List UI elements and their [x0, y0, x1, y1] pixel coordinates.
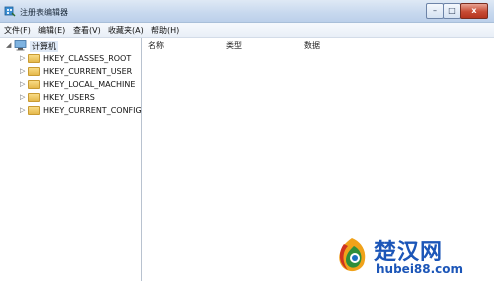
folder-icon: [28, 80, 40, 89]
expand-arrow-icon[interactable]: ▷: [20, 106, 26, 114]
expand-arrow-icon[interactable]: ▷: [20, 67, 26, 75]
folder-icon: [28, 54, 40, 63]
expand-arrow-icon[interactable]: ▷: [20, 80, 26, 88]
title-bar: 注册表编辑器 – □ x: [0, 0, 494, 23]
folder-icon: [28, 106, 40, 115]
registry-tree[interactable]: ◢ 计算机 ▷ HKEY_CLASSES_ROOT ▷ HKEY_CURRENT…: [0, 38, 142, 281]
tree-item-users[interactable]: ▷ HKEY_USERS: [0, 92, 141, 104]
tree-item-label: HKEY_CLASSES_ROOT: [43, 54, 132, 63]
menu-view[interactable]: 查看(V): [73, 25, 101, 36]
expand-arrow-icon[interactable]: ▷: [20, 93, 26, 101]
column-header-name[interactable]: 名称: [148, 40, 164, 51]
tree-root-computer[interactable]: ◢ 计算机: [0, 40, 141, 52]
maximize-button[interactable]: □: [443, 3, 461, 19]
expand-arrow-icon[interactable]: ▷: [20, 54, 26, 62]
tree-item-label: HKEY_USERS: [43, 93, 95, 102]
folder-icon: [28, 93, 40, 102]
menu-favorites[interactable]: 收藏夹(A): [108, 25, 144, 36]
tree-item-classes-root[interactable]: ▷ HKEY_CLASSES_ROOT: [0, 53, 141, 65]
column-header-data[interactable]: 数据: [304, 40, 320, 51]
menu-edit[interactable]: 编辑(E): [38, 25, 65, 36]
menu-bar: 文件(F) 编辑(E) 查看(V) 收藏夹(A) 帮助(H): [0, 23, 494, 38]
regedit-icon: [4, 6, 16, 17]
computer-icon: [14, 40, 27, 51]
tree-item-current-user[interactable]: ▷ HKEY_CURRENT_USER: [0, 66, 141, 78]
menu-file[interactable]: 文件(F): [4, 25, 31, 36]
folder-icon: [28, 67, 40, 76]
collapse-arrow-icon[interactable]: ◢: [6, 41, 12, 49]
watermark-url: hubei88.com: [376, 262, 464, 276]
watermark-logo-icon: [339, 238, 366, 272]
tree-root-label: 计算机: [30, 41, 58, 52]
tree-item-local-machine[interactable]: ▷ HKEY_LOCAL_MACHINE: [0, 79, 141, 91]
window-title: 注册表编辑器: [20, 8, 68, 17]
tree-item-current-config[interactable]: ▷ HKEY_CURRENT_CONFIG: [0, 105, 142, 117]
column-header-type[interactable]: 类型: [226, 40, 242, 51]
minimize-button[interactable]: –: [426, 3, 444, 19]
menu-help[interactable]: 帮助(H): [151, 25, 179, 36]
tree-item-label: HKEY_CURRENT_CONFIG: [43, 106, 142, 115]
close-button[interactable]: x: [460, 3, 488, 19]
watermark: 楚汉网 hubei88.com: [330, 232, 494, 281]
tree-item-label: HKEY_CURRENT_USER: [43, 67, 133, 76]
tree-item-label: HKEY_LOCAL_MACHINE: [43, 80, 136, 89]
